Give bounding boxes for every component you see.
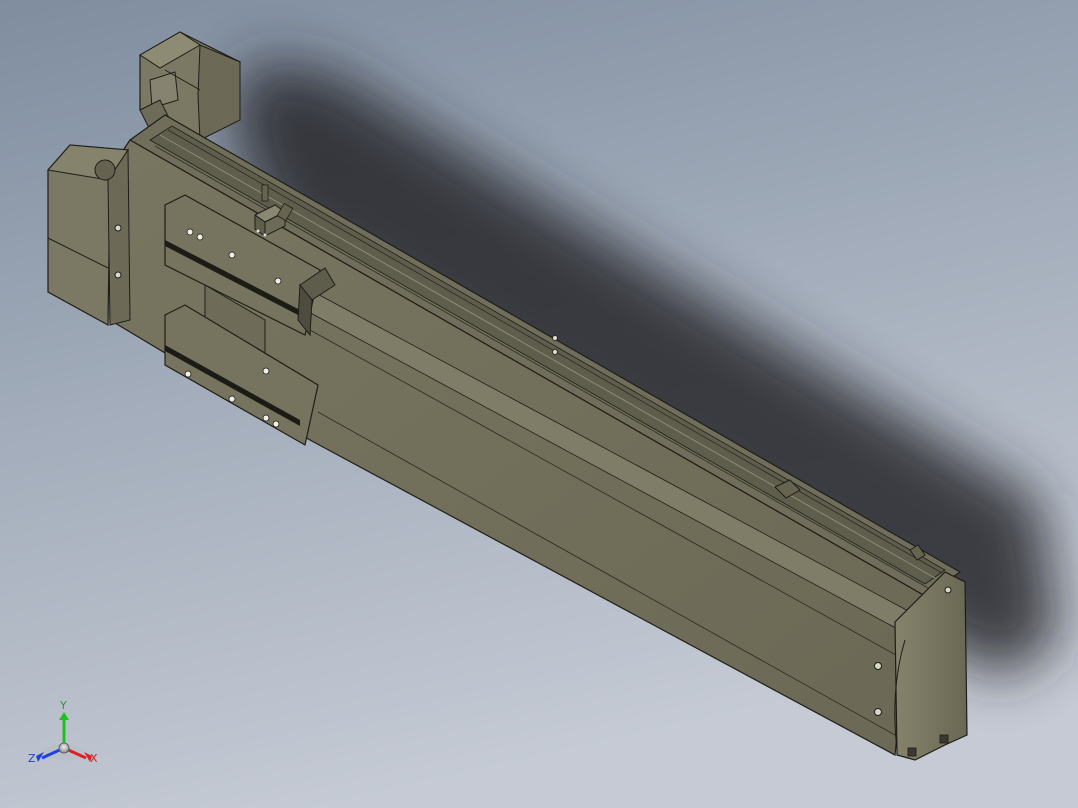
- cad-viewport[interactable]: Y X Z: [0, 0, 1078, 808]
- triad-z-label: Z: [28, 752, 36, 765]
- triad-y-label: Y: [59, 699, 67, 712]
- triad-x-label: X: [90, 752, 98, 765]
- endcap-screw-bottom: [874, 708, 882, 716]
- endcap-screw-top: [874, 662, 882, 670]
- model-canvas[interactable]: Y X Z: [0, 0, 1078, 808]
- motor-coupler-hole: [94, 159, 116, 181]
